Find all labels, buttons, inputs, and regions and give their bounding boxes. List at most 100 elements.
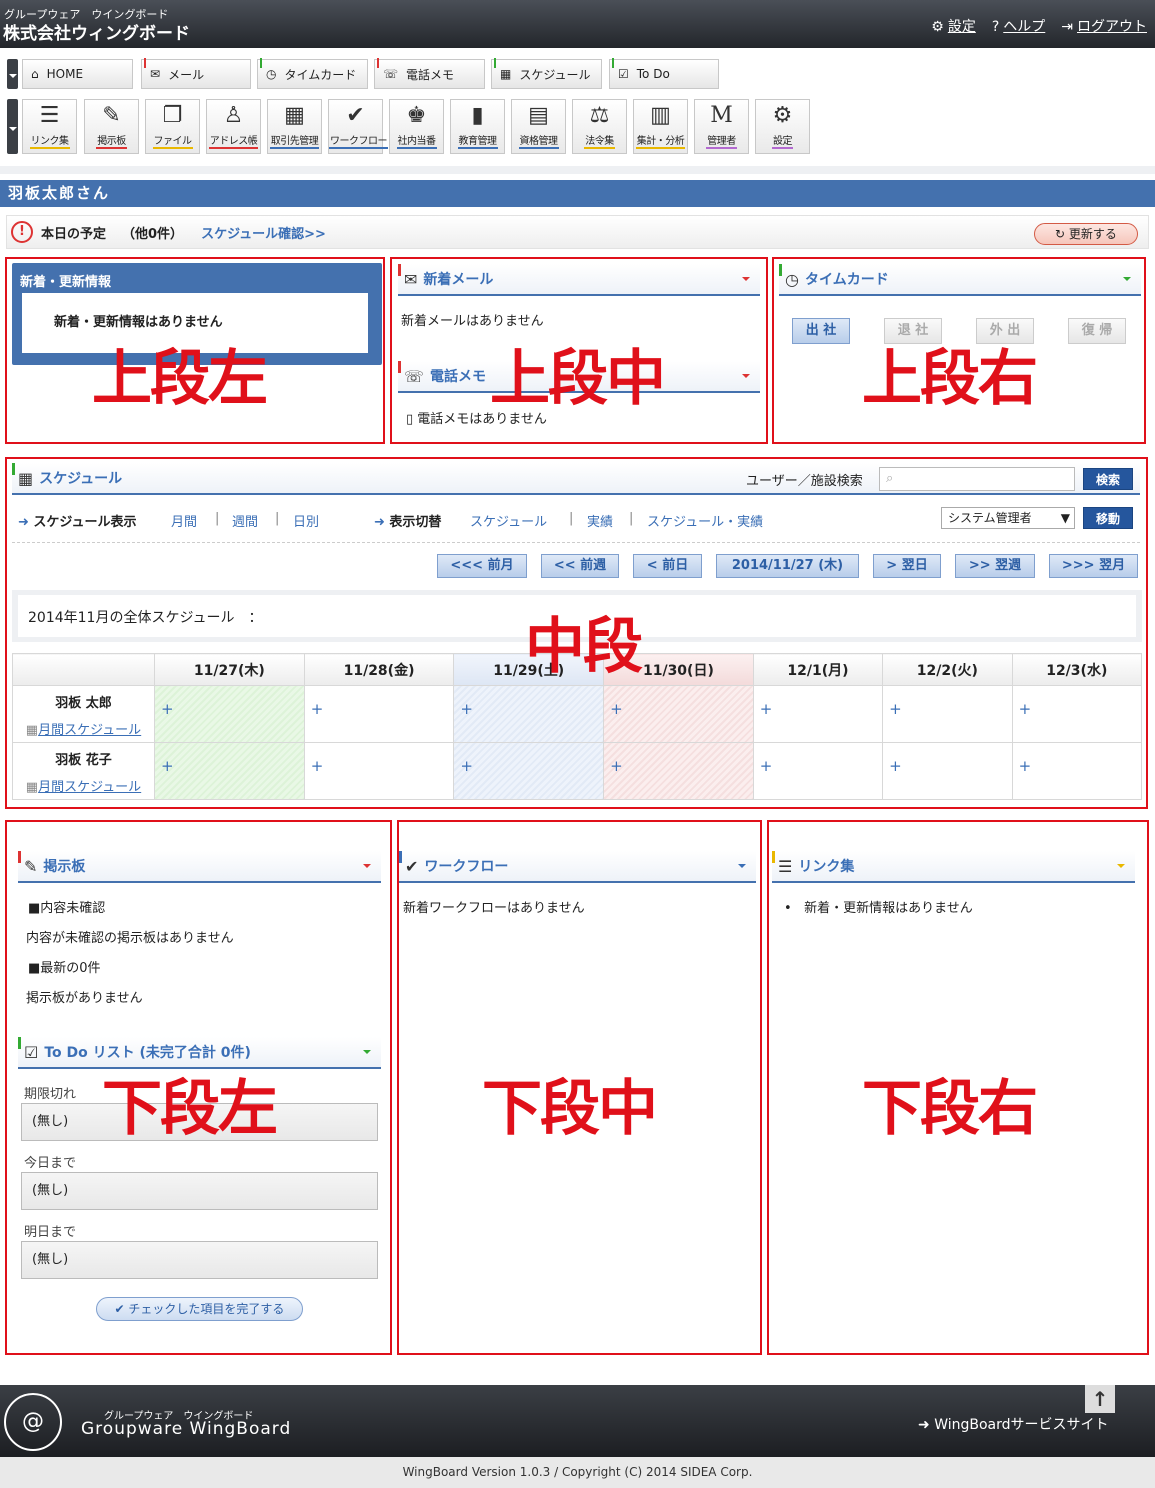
nav-workflow[interactable]: ✔ ワークフロー	[328, 99, 388, 154]
clock-out-button[interactable]: 退 社	[884, 318, 942, 344]
add-schedule-cell[interactable]: +	[752, 685, 884, 743]
next-month-button[interactable]: >>> 翌月	[1049, 554, 1138, 578]
board-icon: ✎	[102, 103, 121, 128]
add-schedule-cell[interactable]: +	[882, 685, 1013, 743]
todo-group-label: 明日まで	[24, 1225, 77, 1240]
return-button[interactable]: 復 帰	[1068, 318, 1126, 344]
switch-both-link[interactable]: スケジュール・実績	[647, 511, 763, 530]
help-link[interactable]: ? ヘルプ	[992, 16, 1045, 36]
nav-admin[interactable]: M 管理者	[694, 99, 749, 154]
add-schedule-cell[interactable]: +	[882, 742, 1013, 800]
memo-panel-header: ☏ 電話メモ	[398, 361, 760, 393]
workflow-empty: 新着ワークフローはありません	[403, 901, 585, 916]
collapse-arrow-icon[interactable]	[363, 864, 371, 872]
user-search-label: ユーザー／施設検索	[746, 474, 863, 489]
add-schedule-cell[interactable]: +	[1011, 685, 1143, 743]
add-schedule-cell[interactable]: +	[154, 685, 305, 743]
nav-home[interactable]: ⌂ HOME	[22, 59, 133, 89]
add-schedule-cell[interactable]: +	[603, 685, 754, 743]
nav-education[interactable]: ▮ 教育管理	[450, 99, 505, 154]
add-schedule-cell[interactable]: +	[1011, 742, 1143, 800]
next-week-button[interactable]: >> 翌週	[955, 554, 1035, 578]
view-week-link[interactable]: 週間	[232, 511, 258, 530]
view-day-link[interactable]: 日別	[293, 511, 319, 530]
prev-month-button[interactable]: <<< 前月	[437, 554, 527, 578]
user-search-input[interactable]: ⌕	[879, 467, 1075, 491]
icon-nav-collapse-handle[interactable]	[7, 99, 18, 154]
current-date-button[interactable]: 2014/11/27 (木)	[716, 554, 859, 578]
refresh-button[interactable]: ↻ 更新する	[1034, 223, 1138, 245]
settings-link[interactable]: ⚙ 設定	[931, 16, 976, 36]
add-schedule-cell[interactable]: +	[303, 742, 455, 800]
nav-duty[interactable]: ♚ 社内当番	[389, 99, 444, 154]
move-button[interactable]: 移動	[1083, 507, 1133, 529]
go-out-button[interactable]: 外 出	[976, 318, 1034, 344]
add-schedule-cell[interactable]: +	[752, 742, 884, 800]
today-label: 本日の予定	[41, 226, 107, 242]
collapse-arrow-icon[interactable]	[363, 1050, 371, 1058]
user-select[interactable]: システム管理者 ▼	[941, 507, 1075, 529]
clock-icon: ◷	[266, 67, 277, 81]
view-month-link[interactable]: 月間	[171, 511, 197, 530]
nav-files[interactable]: ❐ ファイル	[145, 99, 200, 154]
nav-divider	[0, 166, 1155, 174]
nav-schedule[interactable]: ▦ スケジュール	[491, 58, 602, 89]
nav-analytics[interactable]: ▥ 集計・分析	[633, 99, 688, 154]
news-title: 新着・更新情報	[20, 275, 112, 290]
logout-link[interactable]: ⇥ ログアウト	[1061, 16, 1147, 36]
user-cell: 羽板 花子 ▦月間スケジュール	[12, 742, 155, 800]
admin-m-icon: M	[710, 103, 733, 128]
scroll-top-button[interactable]: ↑	[1085, 1385, 1115, 1413]
service-site-link[interactable]: ➜ WingBoardサービスサイト	[918, 1414, 1109, 1434]
collapse-arrow-icon[interactable]	[1117, 864, 1125, 872]
calendar-icon: ▦	[500, 67, 512, 81]
search-button[interactable]: 検索	[1083, 468, 1133, 490]
collapse-arrow-icon[interactable]	[742, 277, 750, 285]
collapse-arrow-icon[interactable]	[742, 374, 750, 382]
main-nav: ⌂ HOME ✉ メール ◷ タイムカード ☏ 電話メモ ▦ スケジュール ☑ To Do	[0, 56, 1155, 92]
schedule-table: 11/27(木) 11/28(金) 11/29(土) 11/30(日) 12/1…	[12, 653, 1143, 800]
clock-in-button[interactable]: 出 社	[792, 318, 850, 344]
table-row: 羽板 太郎 ▦月間スケジュール + + + + + + +	[12, 685, 1143, 743]
add-schedule-cell[interactable]: +	[453, 685, 605, 743]
collapse-arrow-icon[interactable]	[738, 864, 746, 872]
prev-week-button[interactable]: << 前週	[541, 554, 619, 578]
complete-checked-button[interactable]: ✔ チェックした項目を完了する	[96, 1297, 303, 1321]
footer: @ グループウェア ウイングボード Groupware WingBoard ↑ …	[0, 1385, 1155, 1457]
board-unread-heading: ■内容未確認	[28, 901, 106, 916]
add-schedule-cell[interactable]: +	[303, 685, 455, 743]
certificate-icon: ▤	[528, 103, 549, 128]
mail-icon: ✉	[404, 269, 418, 289]
schedule-check-link[interactable]: スケジュール確認>>	[201, 223, 326, 242]
today-other-count: （他0件）	[122, 226, 184, 242]
collapse-arrow-icon[interactable]	[1123, 277, 1131, 285]
monthly-schedule-link[interactable]: ▦月間スケジュール	[13, 776, 154, 795]
switch-schedule-link[interactable]: スケジュール	[470, 511, 547, 530]
nav-settings[interactable]: ⚙ 設定	[755, 99, 810, 154]
add-schedule-cell[interactable]: +	[603, 742, 754, 800]
nav-clients[interactable]: ▦ 取引先管理	[267, 99, 322, 154]
nav-phone-memo[interactable]: ☏ 電話メモ	[374, 58, 485, 89]
nav-timecard[interactable]: ◷ タイムカード	[257, 58, 368, 89]
nav-laws[interactable]: ⚖ 法令集	[572, 99, 627, 154]
nav-mail[interactable]: ✉ メール	[141, 58, 251, 89]
next-day-button[interactable]: > 翌日	[873, 554, 941, 578]
nav-board[interactable]: ✎ 掲示板	[84, 99, 139, 154]
day-header: 11/28(金)	[303, 653, 455, 686]
nav-qualification[interactable]: ▤ 資格管理	[511, 99, 566, 154]
monthly-schedule-link[interactable]: ▦月間スケジュール	[13, 719, 154, 738]
nav-links[interactable]: ☰ リンク集	[22, 99, 77, 154]
nav-todo[interactable]: ☑ To Do	[609, 58, 719, 89]
add-schedule-cell[interactable]: +	[154, 742, 305, 800]
nav-collapse-handle[interactable]	[7, 59, 18, 89]
calendar-icon: ▦	[18, 468, 34, 488]
prev-day-button[interactable]: < 前日	[633, 554, 702, 578]
add-schedule-cell[interactable]: +	[453, 742, 605, 800]
memo-icon: ▯	[406, 412, 418, 427]
book-icon: ▮	[471, 103, 484, 128]
address-book-icon: ♙	[223, 103, 244, 128]
scale-icon: ⚖	[589, 103, 610, 128]
nav-address-book[interactable]: ♙ アドレス帳	[206, 99, 261, 154]
separator: |	[275, 511, 280, 526]
switch-actual-link[interactable]: 実績	[587, 511, 613, 530]
